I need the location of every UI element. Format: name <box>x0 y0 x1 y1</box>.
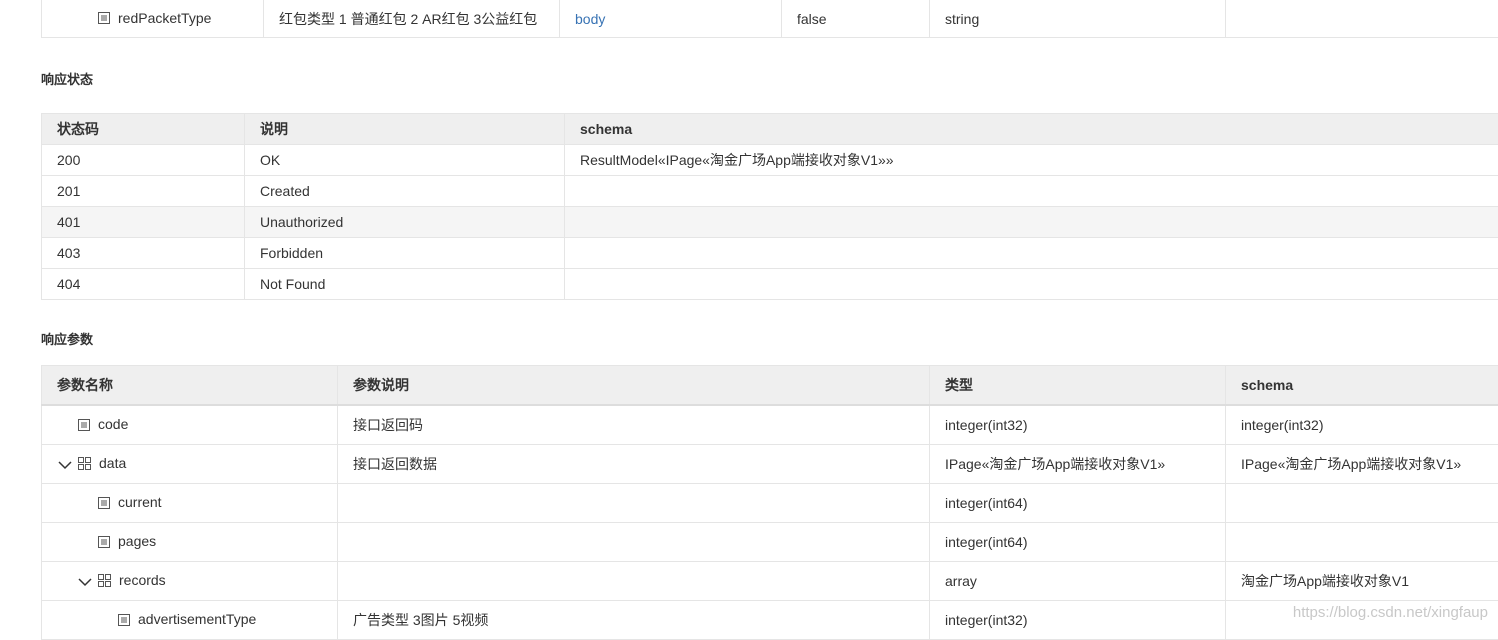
param-name-cell: pages <box>42 523 338 562</box>
table-row[interactable]: data 接口返回数据 IPage«淘金广场App端接收对象V1» IPage«… <box>42 445 1498 484</box>
status-schema <box>565 269 1498 300</box>
status-schema <box>565 207 1498 238</box>
chevron-down-icon[interactable] <box>78 574 92 590</box>
param-required: false <box>782 0 930 38</box>
param-type: integer(int64) <box>930 484 1226 523</box>
param-schema <box>1226 0 1498 38</box>
status-code: 201 <box>42 176 245 207</box>
column-header: 类型 <box>930 366 1226 406</box>
status-schema <box>565 238 1498 269</box>
status-desc: Created <box>245 176 565 207</box>
param-type: IPage«淘金广场App端接收对象V1» <box>930 445 1226 484</box>
column-header: 状态码 <box>42 114 245 145</box>
section-title-response-params: 响应参数 <box>41 329 93 348</box>
param-schema <box>1226 523 1498 562</box>
param-name: records <box>119 572 166 588</box>
param-name: pages <box>118 533 156 549</box>
param-desc <box>338 523 930 562</box>
param-name: code <box>98 416 128 432</box>
table-row: redPacketType 红包类型 1 普通红包 2 AR红包 3公益红包 b… <box>42 0 1498 38</box>
param-name-cell: current <box>42 484 338 523</box>
table-row: 201 Created <box>42 176 1498 207</box>
column-header: 参数名称 <box>42 366 338 406</box>
column-header: schema <box>1226 366 1498 406</box>
table-header-row: 状态码 说明 schema <box>42 114 1498 145</box>
param-type: array <box>930 562 1226 601</box>
param-type: integer(int32) <box>930 405 1226 445</box>
param-name-cell[interactable]: records <box>42 562 338 601</box>
table-row: 403 Forbidden <box>42 238 1498 269</box>
param-desc <box>338 562 930 601</box>
param-name: advertisementType <box>138 611 256 627</box>
param-schema <box>1226 484 1498 523</box>
param-schema: 淘金广场App端接收对象V1 <box>1226 562 1498 601</box>
status-code: 401 <box>42 207 245 238</box>
param-desc: 接口返回码 <box>338 405 930 445</box>
status-schema <box>565 176 1498 207</box>
section-title-response-status: 响应状态 <box>41 69 93 88</box>
param-type: string <box>930 0 1226 38</box>
table-row[interactable]: records array 淘金广场App端接收对象V1 <box>42 562 1498 601</box>
property-icon <box>98 496 110 512</box>
status-desc: OK <box>245 145 565 176</box>
param-type: integer(int64) <box>930 523 1226 562</box>
table-row: advertisementType 广告类型 3图片 5视频 integer(i… <box>42 601 1498 640</box>
table-row: 404 Not Found <box>42 269 1498 300</box>
param-name-cell: redPacketType <box>42 0 264 38</box>
param-type: integer(int32) <box>930 601 1226 640</box>
table-row: 401 Unauthorized <box>42 207 1498 238</box>
property-icon <box>98 535 110 551</box>
object-icon <box>78 457 91 473</box>
table-row: code 接口返回码 integer(int32) integer(int32) <box>42 405 1498 445</box>
response-status-table: 状态码 说明 schema 200 OK ResultModel«IPage«淘… <box>41 113 1498 300</box>
table-header-row: 参数名称 参数说明 类型 schema <box>42 366 1498 406</box>
param-name: data <box>99 455 126 471</box>
param-schema: IPage«淘金广场App端接收对象V1» <box>1226 445 1498 484</box>
property-icon <box>78 418 90 434</box>
status-schema: ResultModel«IPage«淘金广场App端接收对象V1»» <box>565 145 1498 176</box>
column-header: 参数说明 <box>338 366 930 406</box>
param-in: body <box>560 0 782 38</box>
response-params-table: 参数名称 参数说明 类型 schema code 接口返回码 integer(i… <box>41 365 1498 640</box>
param-name: current <box>118 494 162 510</box>
status-desc: Forbidden <box>245 238 565 269</box>
param-schema: integer(int32) <box>1226 405 1498 445</box>
status-code: 200 <box>42 145 245 176</box>
watermark: https://blog.csdn.net/xingfaup <box>1293 604 1488 621</box>
object-icon <box>98 574 111 590</box>
param-name: redPacketType <box>118 10 211 26</box>
request-params-table: redPacketType 红包类型 1 普通红包 2 AR红包 3公益红包 b… <box>41 0 1498 38</box>
table-row: pages integer(int64) <box>42 523 1498 562</box>
property-icon <box>98 11 110 27</box>
table-row: current integer(int64) <box>42 484 1498 523</box>
status-code: 403 <box>42 238 245 269</box>
property-icon <box>118 613 130 629</box>
status-desc: Not Found <box>245 269 565 300</box>
status-desc: Unauthorized <box>245 207 565 238</box>
param-desc: 广告类型 3图片 5视频 <box>338 601 930 640</box>
param-desc: 红包类型 1 普通红包 2 AR红包 3公益红包 <box>264 0 560 38</box>
param-desc <box>338 484 930 523</box>
param-desc: 接口返回数据 <box>338 445 930 484</box>
param-name-cell: code <box>42 405 338 445</box>
status-code: 404 <box>42 269 245 300</box>
column-header: 说明 <box>245 114 565 145</box>
param-name-cell: advertisementType <box>42 601 338 640</box>
column-header: schema <box>565 114 1498 145</box>
param-name-cell[interactable]: data <box>42 445 338 484</box>
table-row: 200 OK ResultModel«IPage«淘金广场App端接收对象V1»… <box>42 145 1498 176</box>
chevron-down-icon[interactable] <box>58 457 72 473</box>
